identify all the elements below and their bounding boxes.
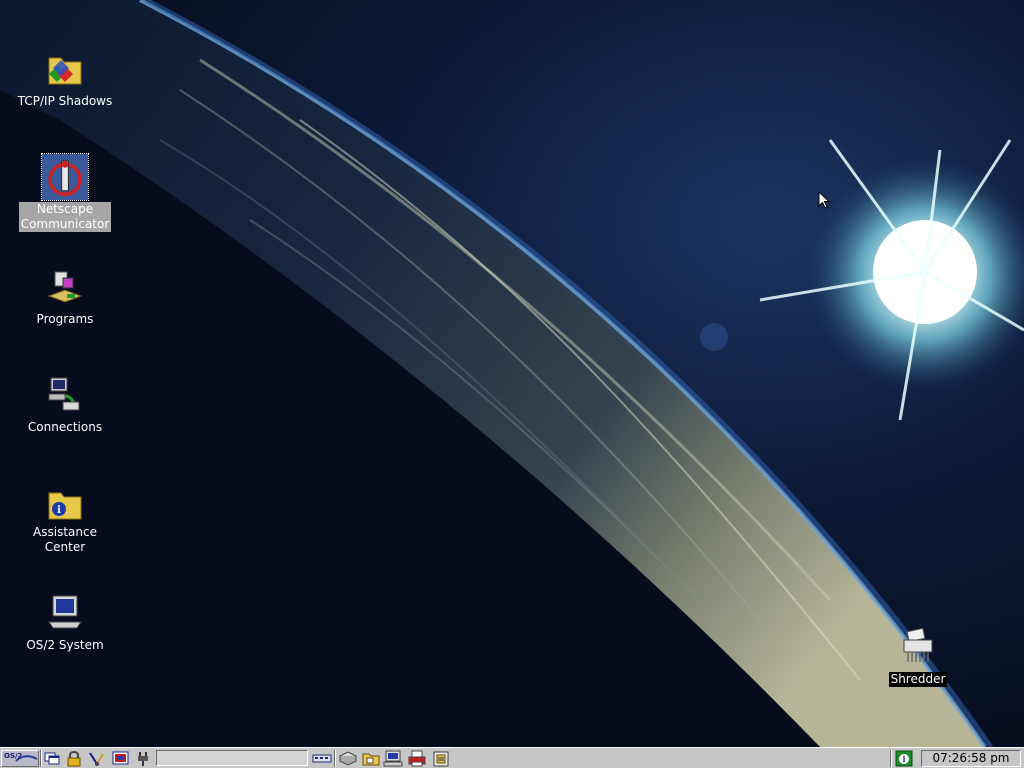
system-setup-icon [112, 751, 129, 765]
folder-shadow-icon [48, 57, 82, 85]
taskbar: OS/2 i 07:26:58 pm [0, 747, 1024, 768]
power-icon [138, 752, 148, 766]
taskbar-clock[interactable]: 07:26:58 pm [921, 750, 1021, 767]
taskbar-entry-field[interactable] [156, 750, 308, 766]
window-list-icon [44, 752, 60, 765]
lock-icon [67, 751, 81, 767]
icon-label: Shredder [888, 672, 948, 687]
help-button[interactable]: i [894, 750, 916, 767]
svg-text:i: i [902, 754, 905, 764]
desktop-icon-netscape-communicator[interactable]: Netscape Communicator [15, 153, 115, 232]
info-folder-icon: i [48, 492, 82, 520]
os2-logo-icon [15, 755, 38, 762]
mouse-pointer-icon [818, 191, 830, 209]
shredder-icon [903, 627, 933, 662]
keyboard-icon [312, 754, 332, 763]
netscape-icon [41, 153, 89, 201]
icon-label: Connections [27, 420, 103, 434]
desktop-icon-tcpip-shadows[interactable]: TCP/IP Shadows [15, 48, 115, 109]
desktop-icon-connections[interactable]: Connections [15, 374, 115, 435]
lockup-button[interactable] [65, 750, 83, 767]
svg-text:i: i [57, 505, 61, 516]
find-button[interactable] [87, 750, 107, 767]
desktop[interactable]: TCP/IP Shadows Netscape Communicator Pro… [0, 0, 1024, 747]
help-icon: i [895, 750, 913, 767]
window-list-button[interactable] [43, 750, 61, 767]
shutdown-button[interactable] [134, 750, 152, 767]
system-setup-button[interactable] [111, 750, 131, 767]
computer-icon [48, 595, 82, 629]
desktop-icon-os2-system[interactable]: OS/2 System [15, 592, 115, 653]
programs-icon [47, 271, 83, 303]
icon-label: TCP/IP Shadows [17, 94, 113, 108]
desktop-icon-shredder[interactable]: Shredder [868, 626, 968, 687]
printer-button[interactable] [407, 750, 429, 767]
find-icon [89, 752, 104, 766]
clipboard-icon [433, 751, 449, 767]
network-icon [383, 750, 403, 767]
desktop-icon-programs[interactable]: Programs [15, 266, 115, 327]
desktop-icon-assistance-center[interactable]: i Assistance Center [15, 483, 115, 555]
icon-label: Programs [36, 312, 94, 326]
clipboard-button[interactable] [431, 750, 451, 767]
folder-tools-icon [362, 753, 380, 766]
keyboard-button[interactable] [312, 750, 332, 767]
drives-button[interactable] [338, 750, 358, 767]
os2-logo-button[interactable]: OS/2 [1, 750, 39, 767]
network-button[interactable] [383, 750, 405, 767]
icon-label: OS/2 System [26, 638, 104, 652]
folder-tools-button[interactable] [361, 750, 381, 767]
connections-icon [48, 377, 80, 411]
icon-label: Assistance Center [33, 525, 97, 554]
printer-icon [408, 750, 426, 767]
icon-label: Netscape Communicator [18, 202, 112, 232]
drives-icon [338, 751, 358, 766]
